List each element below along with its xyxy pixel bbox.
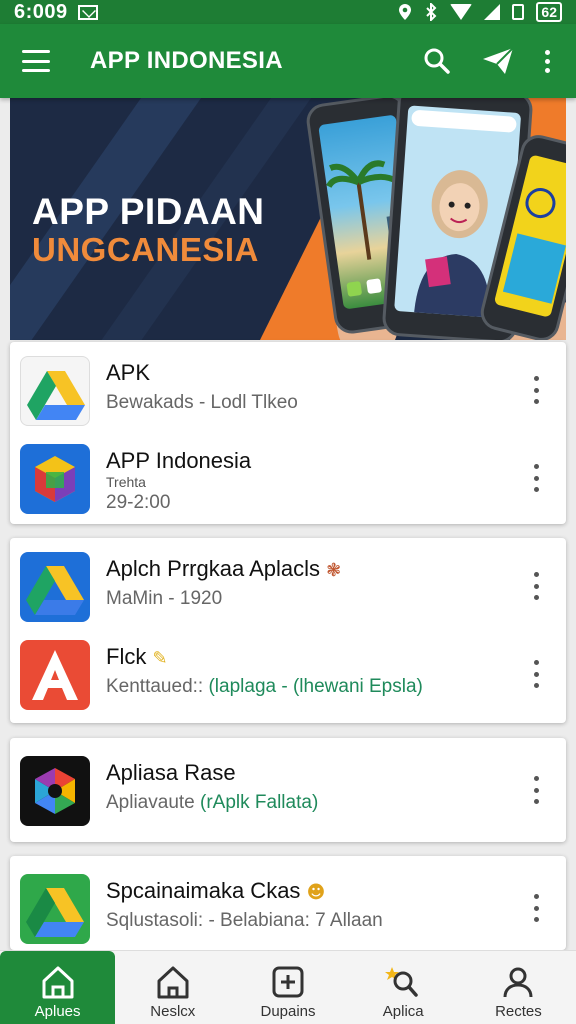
list-item-subtitle: Kenttaued:: (laplaga - (lhewani Epsla) bbox=[106, 676, 423, 697]
list-item-title: APK bbox=[106, 360, 151, 385]
send-icon[interactable] bbox=[481, 46, 515, 76]
drive-icon bbox=[20, 552, 90, 622]
list-item-caption: Trehta bbox=[106, 474, 146, 490]
more-options-icon[interactable] bbox=[530, 464, 542, 492]
banner-text: APP PIDAAN UNGCANESIA bbox=[32, 192, 265, 268]
nav-item-neslcx[interactable]: Neslcx bbox=[115, 951, 230, 1024]
banner-subheadline: UNGCANESIA bbox=[32, 231, 259, 268]
list-item-title: Apliasa Rase bbox=[106, 760, 236, 785]
person-icon bbox=[503, 967, 533, 998]
app-list-card: Apliasa Rase Apliavaute (rAplk Fallata) bbox=[10, 738, 566, 842]
app-list-card: Aplch Prrgkaa Aplacls ❃ MaMin - 1920 Flc… bbox=[10, 538, 566, 723]
home-icon bbox=[42, 966, 74, 999]
cube-icon bbox=[20, 444, 90, 514]
status-icons: 62 bbox=[398, 2, 562, 22]
sparkle-emoji-icon: ❃ bbox=[326, 560, 342, 581]
signal-icon bbox=[484, 4, 501, 20]
list-item-title: Aplch Prrgkaa Aplacls ❃ bbox=[106, 556, 342, 581]
app-bar: APP INDONESIA bbox=[0, 24, 576, 98]
list-item[interactable]: Apliasa Rase Apliavaute (rAplk Fallata) bbox=[10, 746, 566, 834]
pencil-emoji-icon: ✎ bbox=[152, 648, 168, 669]
location-icon bbox=[399, 4, 412, 20]
search-star-icon bbox=[385, 967, 418, 997]
nav-label: Aplues bbox=[34, 1003, 81, 1020]
nav-item-rectes[interactable]: Rectes bbox=[461, 951, 576, 1024]
nav-label: Dupains bbox=[260, 1003, 316, 1020]
mail-icon bbox=[77, 4, 98, 20]
list-item-subtitle: MaMin - 1920 bbox=[106, 588, 223, 609]
drive-icon bbox=[20, 874, 90, 944]
app-title: APP INDONESIA bbox=[90, 47, 283, 74]
hexagon-icon bbox=[20, 756, 90, 826]
nav-label: Neslcx bbox=[150, 1003, 196, 1020]
status-time: 6:009 bbox=[14, 0, 68, 23]
nav-item-dupains[interactable]: Dupains bbox=[230, 951, 345, 1024]
more-options-icon[interactable] bbox=[530, 376, 542, 404]
more-options-icon[interactable] bbox=[530, 660, 542, 688]
search-icon[interactable] bbox=[423, 47, 451, 75]
app-list-card: APK Bewakads - Lodl Tlkeo APP Indonesia … bbox=[10, 342, 566, 524]
list-item-subtitle: Sqlustasoli: - Belabiana: 7 Allaan bbox=[106, 910, 383, 931]
nav-item-aplues[interactable]: Aplues bbox=[0, 951, 116, 1024]
list-item-title: Spcainaimaka Ckas ☻ bbox=[106, 878, 326, 903]
bottom-navigation: Aplues Neslcx Dupains Aplica Rectes bbox=[0, 950, 576, 1024]
more-options-icon[interactable] bbox=[530, 572, 542, 600]
list-item[interactable]: Aplch Prrgkaa Aplacls ❃ MaMin - 1920 bbox=[10, 542, 566, 630]
status-bar: 6:009 62 bbox=[0, 0, 576, 24]
nav-item-aplica[interactable]: Aplica bbox=[346, 951, 461, 1024]
list-item[interactable]: Spcainaimaka Ckas ☻ Sqlustasoli: - Belab… bbox=[10, 864, 566, 952]
battery-level: 62 bbox=[536, 2, 562, 22]
list-item-subtitle: Bewakads - Lodl Tlkeo bbox=[106, 392, 298, 413]
promo-banner[interactable]: APP PIDAAN UNGCANESIA bbox=[10, 98, 566, 340]
app-list-card: Spcainaimaka Ckas ☻ Sqlustasoli: - Belab… bbox=[10, 856, 566, 950]
plus-square-icon bbox=[272, 966, 304, 998]
face-emoji-icon: ☻ bbox=[306, 882, 326, 903]
list-item[interactable]: APK Bewakads - Lodl Tlkeo bbox=[10, 346, 566, 434]
letter-a-icon bbox=[20, 640, 90, 710]
nav-label: Rectes bbox=[495, 1003, 542, 1020]
list-item-title: Flck ✎ bbox=[106, 644, 168, 669]
banner-headline: APP PIDAAN bbox=[32, 191, 265, 232]
more-options-icon[interactable] bbox=[545, 49, 550, 73]
list-item[interactable]: Flck ✎ Kenttaued:: (laplaga - (lhewani E… bbox=[10, 630, 566, 718]
drive-icon bbox=[20, 356, 90, 426]
more-options-icon[interactable] bbox=[530, 894, 542, 922]
wifi-icon bbox=[450, 4, 473, 20]
menu-icon[interactable] bbox=[22, 50, 50, 72]
list-item-subtitle: Apliavaute (rAplk Fallata) bbox=[106, 792, 319, 813]
nav-label: Aplica bbox=[382, 1003, 424, 1020]
home-outline-icon bbox=[157, 966, 189, 999]
more-options-icon[interactable] bbox=[530, 776, 542, 804]
list-item-title: APP Indonesia bbox=[106, 448, 252, 473]
bluetooth-icon bbox=[426, 3, 437, 21]
battery-icon bbox=[512, 4, 525, 20]
list-item-subtitle: 29-2:00 bbox=[106, 492, 171, 513]
list-item[interactable]: APP Indonesia Trehta 29-2:00 bbox=[10, 434, 566, 522]
